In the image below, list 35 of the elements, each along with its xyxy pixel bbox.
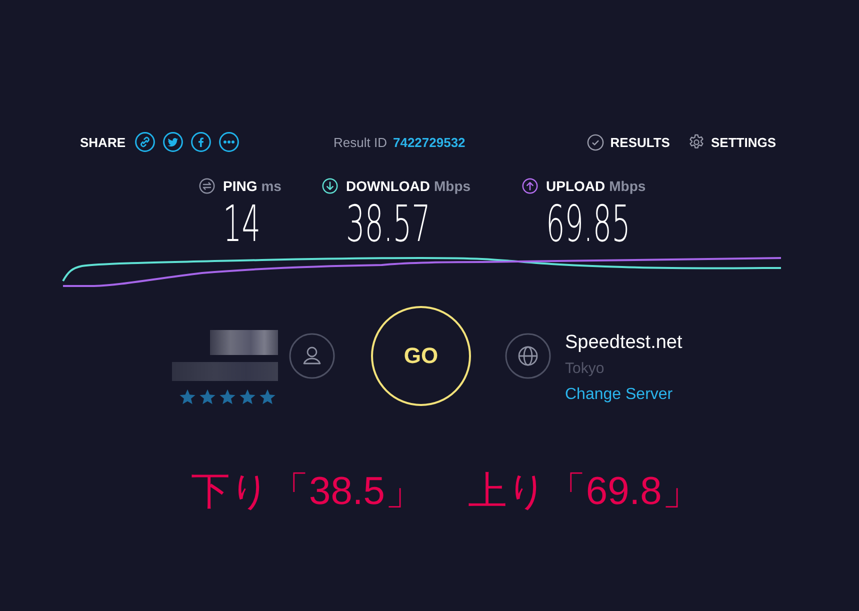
metric-unit: Mbps [434,178,471,194]
star-icon [259,389,276,405]
metric-label: PING [223,178,258,194]
result-id-label: Result ID [334,134,387,150]
link-icon[interactable] [134,132,155,152]
metric-unit: ms [261,178,282,194]
server-name: Speedtest.net [565,331,682,355]
metric-unit: Mbps [609,178,646,194]
metric-label: DOWNLOAD [346,178,430,194]
metric-value: 14 [223,199,261,249]
annotation-text: 下り「38.5」 [191,470,424,514]
results-link[interactable]: RESULTS [587,134,670,150]
star-icon [179,389,196,405]
server-location: Tokyo [565,359,606,379]
annotation-text: 上り「69.8」 [468,470,701,514]
more-icon[interactable] [218,132,239,152]
result-id-link[interactable]: 7422729532 [392,134,466,150]
settings-link[interactable]: SETTINGS [688,134,776,150]
go-button[interactable]: GO [371,306,471,406]
arrows-circle-icon [199,178,215,194]
bird-icon[interactable] [162,132,183,152]
share-label: SHARE [80,134,126,150]
star-icon [239,389,256,405]
check-circle-icon [587,134,604,150]
user-icon[interactable] [289,333,335,379]
metric-value: 69.85 [546,199,630,249]
star-icon [219,389,236,405]
star-icon [199,389,216,405]
settings-icon [688,134,705,150]
f-logo-icon[interactable] [190,132,211,152]
pixelated-block [210,330,278,355]
metric-value: 38.57 [346,199,430,249]
change-server-link[interactable]: Change Server [565,383,682,407]
globe-icon[interactable] [505,333,551,379]
metric-label: UPLOAD [546,178,606,194]
